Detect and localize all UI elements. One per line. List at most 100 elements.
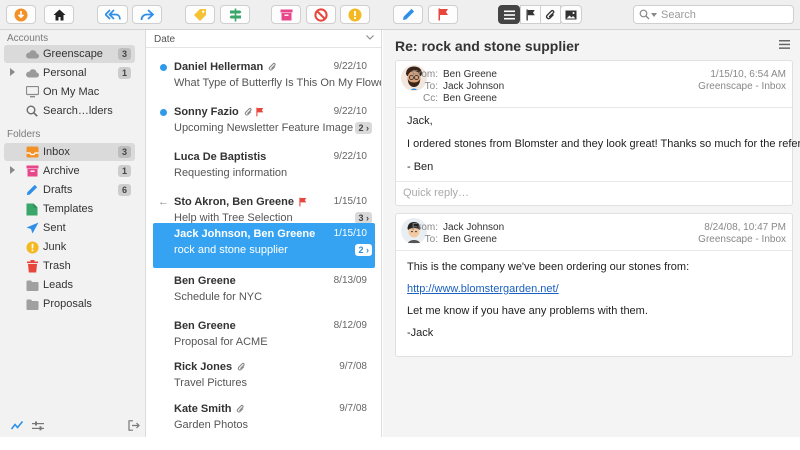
archive-button[interactable] — [271, 5, 301, 24]
message-row[interactable]: Kate Smith 9/7/08 Garden Photos — [146, 398, 381, 437]
message-sender: Sto Akron, Ben Greene — [174, 196, 295, 208]
sidebar-item-label: Proposals — [43, 298, 92, 310]
message-subject: Garden Photos — [174, 419, 248, 431]
sidebar-item-label: Drafts — [43, 184, 73, 196]
message-subject: Upcoming Newsletter Feature Image — [174, 122, 354, 134]
message-row[interactable]: Ben Greene 8/12/09 Proposal for ACME — [146, 315, 381, 360]
to-value[interactable]: Ben Greene — [443, 234, 497, 245]
sidebar-item-proposals[interactable]: Proposals — [4, 295, 135, 313]
sign-out-icon[interactable] — [128, 420, 140, 431]
from-label: From: — [411, 222, 438, 233]
sidebar-item-drafts[interactable]: Drafts 6 — [4, 181, 135, 199]
thread-count: 2 — [358, 123, 364, 133]
sidebar-item-junk[interactable]: Junk — [4, 238, 135, 256]
hamburger-menu-icon[interactable] — [779, 40, 790, 49]
search-input[interactable] — [661, 8, 791, 21]
body-line: This is the company we've been ordering … — [407, 261, 690, 273]
message-date: 9/7/08 — [339, 403, 367, 414]
body-line: I ordered stones from Blomster and they … — [407, 138, 800, 150]
home-button[interactable] — [44, 5, 74, 24]
chevron-down-icon[interactable] — [366, 35, 374, 40]
divider — [396, 107, 792, 108]
image-icon — [565, 10, 577, 19]
message-row[interactable]: Sonny Fazio 9/22/10 Upcoming Newsletter … — [146, 101, 381, 146]
message-row[interactable]: Daniel Hellerman 9/22/10 What Type of Bu… — [146, 56, 381, 101]
sidebar-item-sent[interactable]: Sent — [4, 219, 135, 237]
sidebar-item-leads[interactable]: Leads — [4, 276, 135, 294]
sidebar-item-inbox[interactable]: Inbox 3 — [4, 143, 135, 161]
sliders-icon[interactable] — [32, 421, 44, 431]
search-icon — [639, 9, 650, 20]
disclosure-triangle-icon[interactable] — [10, 166, 15, 174]
junk-button[interactable] — [340, 5, 370, 24]
compose-button[interactable] — [393, 5, 423, 24]
image-filter-button[interactable] — [560, 5, 582, 24]
sort-bar[interactable]: Date — [146, 30, 381, 48]
message-row-selected[interactable]: Jack Johnson, Ben Greene 1/15/10 rock an… — [153, 223, 375, 268]
sidebar-item-archive[interactable]: Archive 1 — [4, 162, 135, 180]
message-mailbox: Greenscape - Inbox — [698, 234, 786, 245]
flag-button[interactable] — [428, 5, 458, 24]
message-datetime: 1/15/10, 6:54 AM — [710, 69, 786, 80]
sidebar-item-personal[interactable]: Personal 1 — [4, 64, 135, 82]
body-line: Jack, — [407, 115, 433, 127]
from-label: From: — [411, 69, 438, 80]
thread-count: 2 — [358, 245, 364, 255]
block-icon — [314, 7, 328, 22]
message-sender: Ben Greene — [174, 275, 236, 287]
sidebar-item-templates[interactable]: Templates — [4, 200, 135, 218]
message-sender: Rick Jones — [174, 361, 233, 373]
thread-count-badge[interactable]: 2 › — [355, 122, 372, 134]
message-date: 9/22/10 — [333, 151, 367, 162]
activity-icon[interactable] — [11, 421, 23, 431]
reply-all-icon — [104, 8, 121, 20]
paperclip-icon — [545, 9, 555, 19]
pencil-icon — [25, 183, 39, 197]
warning-icon — [25, 240, 39, 254]
signpost-icon — [229, 8, 241, 21]
from-value[interactable]: Ben Greene — [443, 69, 497, 80]
sidebar-item-trash[interactable]: Trash — [4, 257, 135, 275]
download-icon — [14, 8, 28, 21]
move-button[interactable] — [220, 5, 250, 24]
search-field[interactable] — [633, 5, 794, 24]
body-link[interactable]: http://www.blomstergarden.net/ — [407, 283, 559, 295]
list-view-button[interactable] — [498, 5, 520, 24]
message-row[interactable]: Luca De Baptistis 9/22/10 Requesting inf… — [146, 146, 381, 191]
disclosure-triangle-icon[interactable] — [10, 68, 15, 76]
reply-all-button[interactable] — [97, 5, 128, 24]
get-mail-button[interactable] — [6, 5, 36, 24]
archive-icon — [280, 9, 292, 20]
sidebar-item-greenscape[interactable]: Greenscape 3 — [4, 45, 135, 63]
flag-icon — [256, 107, 264, 117]
toolbar — [0, 0, 800, 30]
paperclip-icon — [237, 404, 245, 413]
paperclip-icon — [244, 107, 252, 116]
message-row[interactable]: Rick Jones 9/7/08 Travel Pictures — [146, 356, 381, 401]
message-row[interactable]: Ben Greene 8/13/09 Schedule for NYC — [146, 270, 381, 315]
message-card: From: Jack Johnson To: Ben Greene 8/24/0… — [395, 213, 793, 357]
cc-value[interactable]: Ben Greene — [443, 93, 497, 104]
archive-icon — [25, 164, 39, 178]
flagged-filter-button[interactable] — [520, 5, 541, 24]
sidebar-item-label: Greenscape — [43, 48, 103, 60]
message-date: 9/22/10 — [333, 106, 367, 117]
thread-count-badge[interactable]: 2 › — [355, 244, 372, 256]
sidebar-item-label: Sent — [43, 222, 66, 234]
draft-count-badge: 6 — [118, 184, 131, 196]
tag-button[interactable] — [185, 5, 215, 24]
attachment-filter-button[interactable] — [540, 5, 561, 24]
to-value[interactable]: Jack Johnson — [443, 81, 504, 92]
sidebar-item-on-my-mac[interactable]: On My Mac — [4, 83, 135, 101]
chevron-down-icon — [651, 12, 657, 17]
cloud-icon — [25, 47, 39, 61]
from-value[interactable]: Jack Johnson — [443, 222, 504, 233]
quick-reply-field[interactable]: Quick reply… — [403, 187, 469, 199]
message-date: 1/15/10 — [333, 228, 367, 239]
sidebar-item-search-folders[interactable]: Search…lders — [4, 102, 135, 120]
unread-count-badge: 1 — [118, 67, 131, 79]
cloud-icon — [25, 66, 39, 80]
folder-icon — [25, 297, 39, 311]
forward-button[interactable] — [132, 5, 162, 24]
block-button[interactable] — [306, 5, 336, 24]
